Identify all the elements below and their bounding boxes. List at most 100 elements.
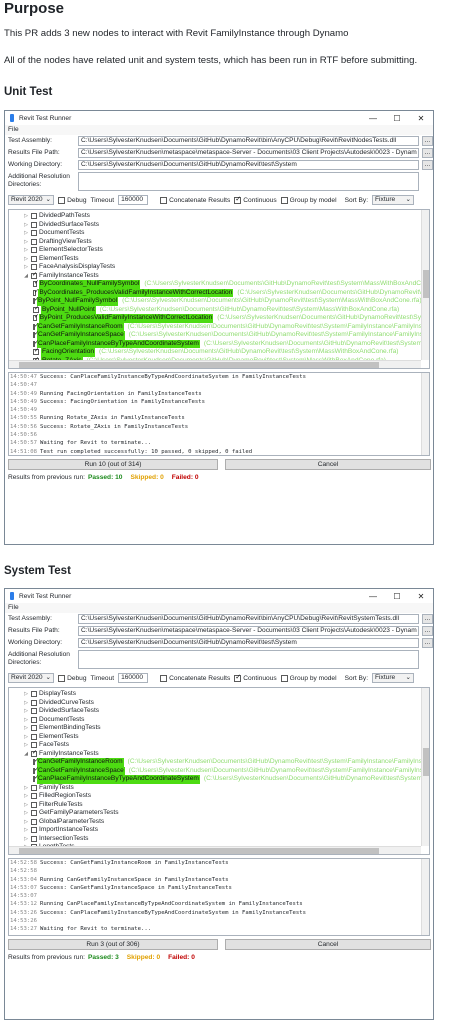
tree-horizontal-scrollbar[interactable] — [9, 360, 421, 368]
minimize-icon[interactable]: — — [361, 114, 385, 123]
tree-item-checkbox[interactable] — [31, 255, 37, 262]
collapsed-arrow-icon[interactable]: ▷ — [23, 212, 29, 221]
tree-item-checkbox[interactable] — [33, 313, 39, 322]
tree-item[interactable]: ▷ ElementTests — [9, 255, 421, 264]
revit-version-select[interactable]: Revit 2020 ⌄ — [8, 673, 55, 683]
minimize-icon[interactable]: — — [361, 592, 385, 601]
working-directory-browse-button[interactable]: ... — [422, 160, 433, 170]
collapsed-arrow-icon[interactable]: ▷ — [23, 733, 29, 742]
tree-item[interactable]: ▷ DraftingViewTests — [9, 238, 421, 247]
group-by-model-option[interactable]: Group by model — [280, 674, 337, 682]
tree-item-checkbox[interactable] — [33, 330, 39, 339]
tree-item-checkbox[interactable] — [33, 296, 39, 305]
collapsed-arrow-icon[interactable]: ▷ — [23, 246, 29, 255]
console-scrollbar[interactable] — [421, 373, 429, 455]
tree-item-checkbox[interactable] — [31, 716, 37, 723]
collapsed-arrow-icon[interactable]: ▷ — [23, 826, 29, 835]
test-assembly-browse-button[interactable]: ... — [422, 136, 433, 146]
tree-item[interactable]: ▷ DisplayTests — [9, 690, 421, 699]
tree-item[interactable]: ▷ DividedSurfaceTests — [9, 707, 421, 716]
tree-item-checkbox[interactable] — [33, 339, 39, 347]
tree-item[interactable]: CanGetFamilyInstanceRoom(C:\Users\Sylves… — [9, 757, 421, 767]
tree-item[interactable]: ▷ DividedPathTests — [9, 212, 421, 221]
maximize-icon[interactable]: ☐ — [385, 592, 409, 601]
tree-item-checkbox[interactable] — [31, 827, 37, 834]
tree-item[interactable]: ▷ DividedSurfaceTests — [9, 221, 421, 230]
additional-directories-field[interactable] — [78, 650, 419, 669]
working-directory-field[interactable]: C:\Users\SylvesterKnudsen\Documents\GitH… — [78, 638, 419, 648]
continuous-checkbox[interactable] — [234, 195, 242, 204]
collapsed-arrow-icon[interactable]: ▷ — [23, 238, 29, 247]
tree-item[interactable]: CanPlaceFamilyInstanceByTypeAndCoordinat… — [9, 339, 421, 348]
tree-item-checkbox[interactable] — [31, 213, 37, 220]
collapsed-arrow-icon[interactable]: ▷ — [23, 724, 29, 733]
tree-item[interactable]: ▷ ImportInstanceTests — [9, 826, 421, 835]
working-directory-browse-button[interactable]: ... — [422, 638, 433, 648]
tree-item[interactable]: CanGetFamilyInstanceSpace(C:\Users\Sylve… — [9, 766, 421, 775]
sort-by-select[interactable]: Fixture ⌄ — [372, 195, 415, 205]
tree-item-checkbox[interactable] — [31, 725, 37, 732]
tree-item[interactable]: ByCoordinates_ProducesValidFamilyInstanc… — [9, 288, 421, 297]
additional-directories-field[interactable] — [78, 172, 419, 191]
tree-item-checkbox[interactable] — [31, 784, 37, 791]
tree-item[interactable]: ▷ FaceAnalysisDisplayTests — [9, 263, 421, 272]
maximize-icon[interactable]: ☐ — [385, 114, 409, 123]
debug-option[interactable]: Debug — [58, 674, 87, 682]
tree-item[interactable]: ▷ FilterRuleTests — [9, 801, 421, 810]
tree-item[interactable]: ▷ DocumentTests — [9, 229, 421, 238]
tree-item-checkbox[interactable] — [31, 733, 37, 740]
cancel-button[interactable]: Cancel — [225, 939, 431, 950]
tree-item-checkbox[interactable] — [31, 708, 37, 715]
debug-checkbox[interactable] — [58, 196, 66, 204]
tree-item-checkbox[interactable] — [33, 288, 40, 296]
sort-by-select[interactable]: Fixture ⌄ — [372, 673, 415, 683]
results-file-path-field[interactable]: C:\Users\SylvesterKnudsen\metaspace\meta… — [78, 148, 419, 158]
tree-item[interactable]: ▷ FamilyTests — [9, 784, 421, 793]
tree-item-checkbox[interactable] — [31, 801, 37, 808]
tree-item[interactable]: CanPlaceFamilyInstanceByTypeAndCoordinat… — [9, 774, 421, 784]
tree-item[interactable]: ▷ DividedCurveTests — [9, 699, 421, 708]
collapsed-arrow-icon[interactable]: ▷ — [23, 707, 29, 716]
tree-item-checkbox[interactable] — [33, 774, 39, 783]
close-icon[interactable]: ✕ — [409, 592, 433, 601]
expanded-arrow-icon[interactable]: ◢ — [23, 750, 29, 759]
tree-item[interactable]: ▷ DocumentTests — [9, 716, 421, 725]
collapsed-arrow-icon[interactable]: ▷ — [23, 835, 29, 844]
collapsed-arrow-icon[interactable]: ▷ — [23, 221, 29, 230]
tree-item-checkbox[interactable] — [33, 766, 39, 774]
tree-item-checkbox[interactable] — [31, 749, 37, 757]
tree-item-checkbox[interactable] — [33, 347, 39, 356]
collapsed-arrow-icon[interactable]: ▷ — [23, 229, 29, 238]
run-button[interactable]: Run 3 (out of 306) — [8, 939, 218, 950]
tree-item[interactable]: CanGetFamilyInstanceSpace(C:\Users\Sylve… — [9, 330, 421, 340]
continuous-option[interactable]: Continuous — [234, 673, 277, 682]
tree-item[interactable]: ◢ FamilyInstanceTests — [9, 749, 421, 759]
tree-item-checkbox[interactable] — [31, 818, 37, 825]
tree-item[interactable]: ByPoint_ProducesValidFamilyInstanceWithC… — [9, 313, 421, 323]
collapsed-arrow-icon[interactable]: ▷ — [23, 255, 29, 264]
tree-item-checkbox[interactable] — [31, 264, 37, 271]
concatenate-results-checkbox[interactable] — [160, 674, 168, 682]
tree-item[interactable]: ▷ IntersectionTests — [9, 835, 421, 844]
collapsed-arrow-icon[interactable]: ▷ — [23, 699, 29, 708]
tree-item-checkbox[interactable] — [31, 271, 37, 279]
run-button[interactable]: Run 10 (out of 314) — [8, 459, 218, 470]
group-by-model-option[interactable]: Group by model — [280, 196, 337, 204]
collapsed-arrow-icon[interactable]: ▷ — [23, 690, 29, 699]
tree-item[interactable]: ByPoint_NullFamilySymbol(C:\Users\Sylves… — [9, 296, 421, 306]
tree-item-checkbox[interactable] — [31, 238, 37, 245]
tree-item-checkbox[interactable] — [33, 757, 39, 766]
tree-item-checkbox[interactable] — [31, 699, 37, 706]
concatenate-results-checkbox[interactable] — [160, 196, 168, 204]
concatenate-results-option[interactable]: Concatenate Results — [160, 674, 230, 682]
working-directory-field[interactable]: C:\Users\SylvesterKnudsen\Documents\GitH… — [78, 160, 419, 170]
tree-item-checkbox[interactable] — [33, 322, 39, 330]
timeout-input[interactable]: 160000 — [118, 195, 149, 205]
menu-file[interactable]: File — [8, 126, 19, 133]
tree-horizontal-scrollbar[interactable] — [9, 846, 421, 854]
test-assembly-field[interactable]: C:\Users\SylvesterKnudsen\Documents\GitH… — [78, 136, 419, 146]
tree-item[interactable]: ▷ GlobalParameterTests — [9, 818, 421, 827]
close-icon[interactable]: ✕ — [409, 114, 433, 123]
tree-item-checkbox[interactable] — [31, 742, 37, 749]
collapsed-arrow-icon[interactable]: ▷ — [23, 263, 29, 272]
